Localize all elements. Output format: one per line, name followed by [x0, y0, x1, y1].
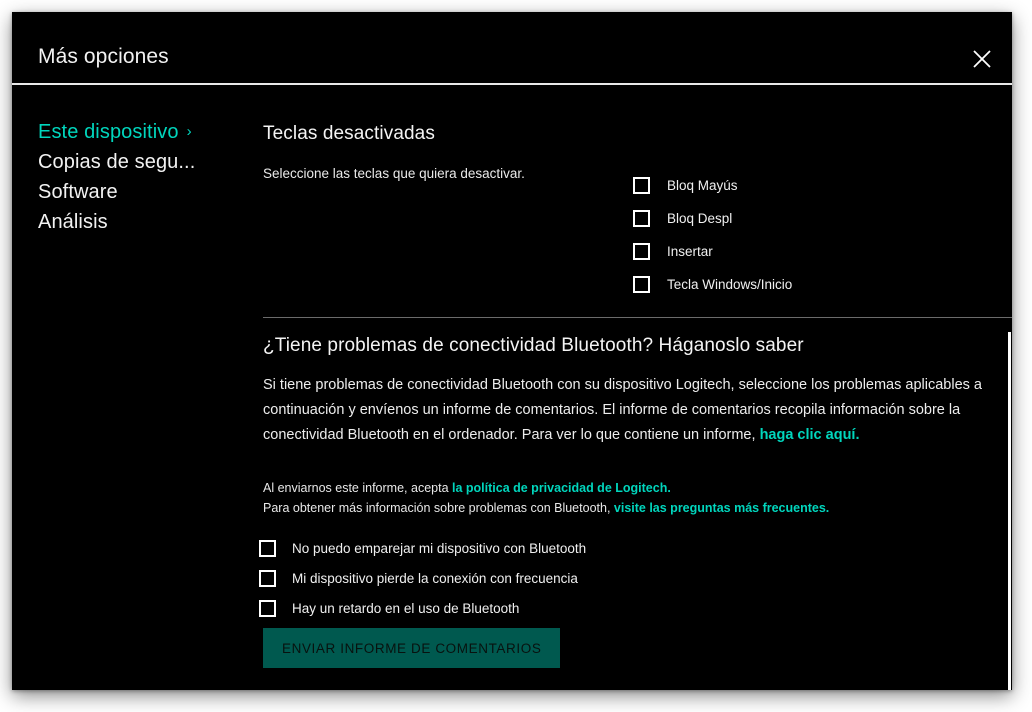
- sidebar: Este dispositivo › Copias de segu... Soft…: [12, 85, 251, 690]
- send-feedback-report-button[interactable]: ENVIAR INFORME DE COMENTARIOS: [263, 628, 561, 668]
- report-contents-link[interactable]: haga clic aquí.: [760, 427, 860, 443]
- checkbox-row-bloq-mayus[interactable]: Bloq Mayús: [633, 169, 792, 202]
- checkbox-row-bloq-despl[interactable]: Bloq Despl: [633, 202, 792, 235]
- sidebar-item-label: Este dispositivo: [38, 121, 179, 143]
- checkbox-row-tecla-windows-inicio[interactable]: Tecla Windows/Inicio: [633, 268, 792, 301]
- checkbox-icon[interactable]: [259, 539, 276, 557]
- faq-line-text: Para obtener más información sobre probl…: [263, 501, 614, 515]
- scrollbar[interactable]: [1002, 85, 1012, 690]
- checkbox-label: Mi dispositivo pierde la conexión con fr…: [292, 570, 578, 586]
- sidebar-item-software[interactable]: Software: [38, 181, 118, 204]
- section-divider: [263, 317, 1012, 318]
- sidebar-item-label: Análisis: [38, 211, 108, 233]
- disabled-keys-title: Teclas desactivadas: [263, 123, 435, 144]
- close-icon[interactable]: [966, 43, 998, 75]
- faq-link[interactable]: visite las preguntas más frecuentes.: [614, 501, 829, 515]
- checkbox-icon[interactable]: [633, 177, 650, 194]
- bluetooth-description-text: Si tiene problemas de conectividad Bluet…: [263, 377, 982, 443]
- checkbox-label: Tecla Windows/Inicio: [667, 277, 793, 292]
- sidebar-item-copias-de-seguridad[interactable]: Copias de segu...: [38, 151, 195, 174]
- bluetooth-description: Si tiene problemas de conectividad Bluet…: [263, 373, 1009, 448]
- screen: Más opciones Este dispositivo › Copias de…: [0, 0, 1032, 712]
- checkbox-row-loses-connection[interactable]: Mi dispositivo pierde la conexión con fr…: [259, 563, 586, 593]
- scrollbar-thumb[interactable]: [1008, 332, 1011, 690]
- checkbox-label: Hay un retardo en el uso de Bluetooth: [292, 600, 520, 616]
- chevron-right-icon: ›: [186, 123, 192, 140]
- bluetooth-legal-text: Al enviarnos este informe, acepta la pol…: [263, 478, 1009, 518]
- checkbox-label: Insertar: [667, 244, 713, 259]
- more-options-dialog: Más opciones Este dispositivo › Copias de…: [12, 12, 1012, 690]
- dialog-titlebar: Más opciones: [12, 12, 1012, 83]
- privacy-line-text: Al enviarnos este informe, acepta: [263, 481, 452, 495]
- checkbox-row-insertar[interactable]: Insertar: [633, 235, 792, 268]
- sidebar-item-este-dispositivo[interactable]: Este dispositivo ›: [38, 121, 192, 144]
- disabled-keys-checkbox-group: Bloq Mayús Bloq Despl Insertar Tecla Win…: [633, 169, 792, 301]
- sidebar-item-label: Copias de segu...: [38, 151, 196, 173]
- checkbox-icon[interactable]: [259, 599, 276, 617]
- disabled-keys-subtitle: Seleccione las teclas que quiera desacti…: [263, 166, 525, 181]
- privacy-policy-link[interactable]: la política de privacidad de Logitech.: [452, 481, 671, 495]
- checkbox-label: Bloq Despl: [667, 211, 733, 226]
- bluetooth-section-title: ¿Tiene problemas de conectividad Bluetoo…: [263, 335, 804, 356]
- checkbox-icon[interactable]: [259, 569, 276, 587]
- checkbox-label: Bloq Mayús: [667, 178, 738, 193]
- sidebar-item-label: Software: [38, 181, 118, 203]
- checkbox-row-cannot-pair[interactable]: No puedo emparejar mi dispositivo con Bl…: [259, 533, 586, 563]
- checkbox-icon[interactable]: [633, 243, 650, 260]
- checkbox-label: No puedo emparejar mi dispositivo con Bl…: [292, 540, 587, 556]
- checkbox-icon[interactable]: [633, 210, 650, 227]
- settings-content: Teclas desactivadas Seleccione las tecla…: [251, 85, 1012, 690]
- dialog-title: Más opciones: [38, 45, 169, 68]
- checkbox-row-latency[interactable]: Hay un retardo en el uso de Bluetooth: [259, 593, 586, 623]
- sidebar-item-analisis[interactable]: Análisis: [38, 211, 108, 234]
- checkbox-icon[interactable]: [633, 276, 650, 293]
- bluetooth-issues-checkbox-group: No puedo emparejar mi dispositivo con Bl…: [259, 533, 586, 623]
- dialog-body: Este dispositivo › Copias de segu... Soft…: [12, 85, 1012, 690]
